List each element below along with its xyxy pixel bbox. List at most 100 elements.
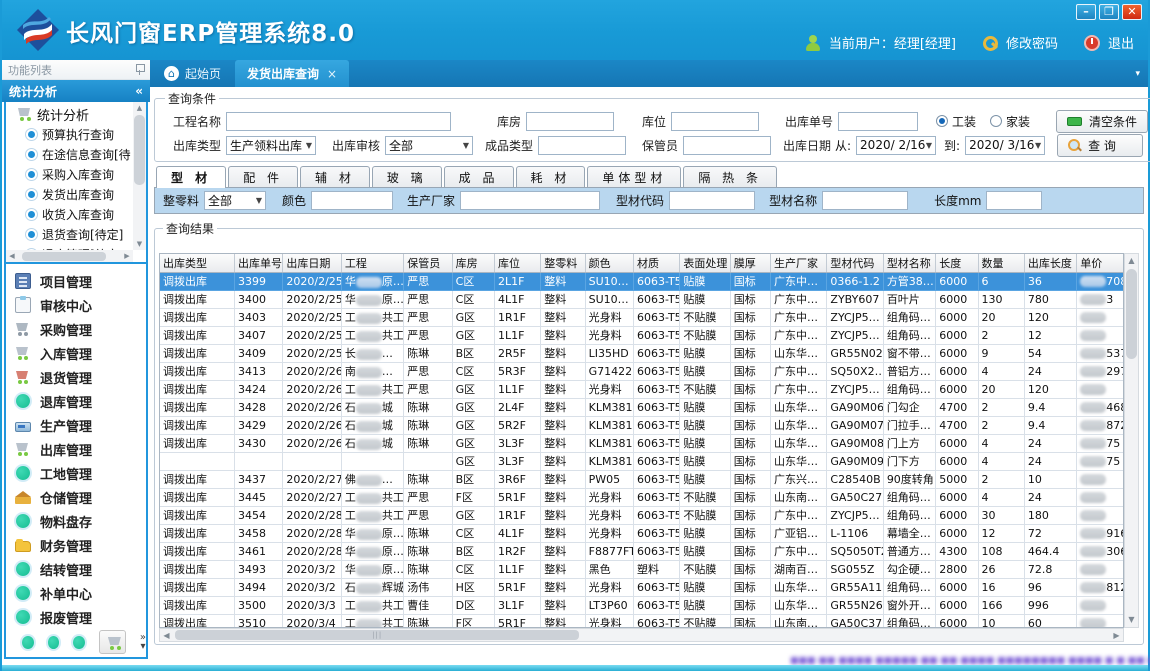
scroll-up-icon[interactable]: ▲ bbox=[1125, 254, 1138, 268]
table-row[interactable]: 调拨出库34542020/2/28工共工程严思G区1R1F整料光身料6063-T… bbox=[160, 506, 1124, 524]
material-tab-单体型材[interactable]: 单体型材 bbox=[587, 166, 681, 188]
change-password-button[interactable]: 修改密码 bbox=[1006, 33, 1058, 52]
manufacturer-input[interactable] bbox=[460, 191, 600, 210]
date-to-dropdown[interactable]: 2020/ 3/16 ▼ bbox=[965, 136, 1045, 155]
sidebar-item-物料盘存[interactable]: 物料盘存 bbox=[6, 509, 146, 533]
product-type-input[interactable] bbox=[538, 136, 626, 155]
material-tab-耗材[interactable]: 耗 材 bbox=[516, 166, 586, 188]
tree-root-statistics[interactable]: 统计分析 bbox=[10, 104, 133, 124]
green-circle-icon[interactable] bbox=[73, 636, 85, 649]
table-row[interactable]: 调拨出库34282020/2/26石城陈琳G区2L4F整料KLM38176063… bbox=[160, 398, 1124, 416]
table-row[interactable]: 调拨出库34942020/3/2石辉城汤伟H区5R1F整料光身料6063-T5贴… bbox=[160, 578, 1124, 596]
tree-item-预算执行查询[interactable]: 预算执行查询 bbox=[10, 124, 133, 144]
profile-code-input[interactable] bbox=[669, 191, 755, 210]
scroll-thumb[interactable] bbox=[134, 115, 145, 185]
sidebar-item-退货管理[interactable]: 退货管理 bbox=[6, 365, 146, 389]
sidebar-item-入库管理[interactable]: 入库管理 bbox=[6, 341, 146, 365]
warehouse-input[interactable] bbox=[526, 112, 614, 131]
out-type-dropdown[interactable]: 生产领料出库 ▼ bbox=[226, 136, 316, 155]
column-header-数量[interactable]: 数量 bbox=[978, 254, 1024, 272]
sidebar-item-工地管理[interactable]: 工地管理 bbox=[6, 461, 146, 485]
sidebar-item-退库管理[interactable]: 退库管理 bbox=[6, 389, 146, 413]
column-header-长度[interactable]: 长度 bbox=[936, 254, 978, 272]
column-header-生产厂家[interactable]: 生产厂家 bbox=[771, 254, 827, 272]
sidebar-item-结转管理[interactable]: 结转管理 bbox=[6, 557, 146, 581]
tree-item-采购入库查询[interactable]: 采购入库查询 bbox=[10, 164, 133, 184]
audit-dropdown[interactable]: 全部 ▼ bbox=[385, 136, 473, 155]
tree-item-发货出库查询[interactable]: 发货出库查询 bbox=[10, 184, 133, 204]
search-button[interactable]: 查 询 bbox=[1057, 134, 1143, 157]
table-row[interactable]: 调拨出库34932020/3/2华原…陈琳C区1L1F整料黑色塑料不贴膜国标湖南… bbox=[160, 560, 1124, 578]
column-header-出库日期[interactable]: 出库日期 bbox=[283, 254, 341, 272]
scroll-thumb[interactable] bbox=[22, 252, 106, 261]
sidebar-item-采购管理[interactable]: 采购管理 bbox=[6, 317, 146, 341]
scroll-right-icon[interactable]: ▶ bbox=[121, 252, 133, 260]
column-header-型材代码[interactable]: 型材代码 bbox=[827, 254, 883, 272]
table-row[interactable]: 调拨出库34002020/2/25华原…严思C区4L1F整料SU10…6063-… bbox=[160, 290, 1124, 308]
tab-close-icon[interactable]: × bbox=[327, 67, 337, 81]
sidebar-item-生产管理[interactable]: 生产管理 bbox=[6, 413, 146, 437]
collapse-icon[interactable]: « bbox=[135, 84, 143, 98]
scroll-left-icon[interactable]: ◀ bbox=[160, 631, 173, 640]
table-row[interactable]: 调拨出库34302020/2/26石城陈琳G区3L3F整料KLM38176063… bbox=[160, 434, 1124, 452]
sidebar-item-报废管理[interactable]: 报废管理 bbox=[6, 605, 146, 629]
material-tab-隔热条[interactable]: 隔 热 条 bbox=[683, 166, 777, 188]
minimize-button[interactable]: – bbox=[1076, 4, 1096, 20]
maximize-button[interactable]: ❐ bbox=[1099, 4, 1119, 20]
table-horizontal-scrollbar[interactable]: ◀ ||| ▶ bbox=[159, 628, 1124, 642]
material-tab-成品[interactable]: 成 品 bbox=[444, 166, 514, 188]
table-row[interactable]: 调拨出库34072020/2/25工共工程严思G区1L1F整料光身料6063-T… bbox=[160, 326, 1124, 344]
more-panels-button[interactable]: »▾ bbox=[140, 633, 146, 651]
pin-icon[interactable] bbox=[135, 64, 144, 75]
table-row[interactable]: 调拨出库34582020/2/28华原…陈琳C区4L1F整料光身料6063-T5… bbox=[160, 524, 1124, 542]
tab-home[interactable]: ⌂ 起始页 bbox=[150, 60, 235, 87]
tree-item-在途信息查询[待[interactable]: 在途信息查询[待 bbox=[10, 144, 133, 164]
tab-list-dropdown-icon[interactable]: ▾ bbox=[1135, 69, 1140, 79]
gongzhuang-radio[interactable] bbox=[936, 115, 948, 127]
sidebar-item-项目管理[interactable]: 项目管理 bbox=[6, 269, 146, 293]
material-tab-型材[interactable]: 型 材 bbox=[156, 166, 226, 188]
column-header-出库类型[interactable]: 出库类型 bbox=[160, 254, 235, 272]
length-input[interactable] bbox=[986, 191, 1042, 210]
table-row[interactable]: 调拨出库34292020/2/26石城陈琳G区5R2F整料KLM38176063… bbox=[160, 416, 1124, 434]
table-row[interactable]: 调拨出库35102020/3/4工共工程陈琳F区5R1F整料光身料6063-T5… bbox=[160, 614, 1124, 628]
table-row[interactable]: 调拨出库34372020/2/27佛…陈琳B区3R6F整料PW056063-T5… bbox=[160, 470, 1124, 488]
column-header-表面处理[interactable]: 表面处理 bbox=[680, 254, 730, 272]
table-row[interactable]: 调拨出库34132020/2/26南…严思C区5R3F整料G714226063-… bbox=[160, 362, 1124, 380]
material-tab-配件[interactable]: 配 件 bbox=[228, 166, 298, 188]
jiazhuang-radio[interactable] bbox=[990, 115, 1002, 127]
color-input[interactable] bbox=[311, 191, 393, 210]
column-header-膜厚[interactable]: 膜厚 bbox=[730, 254, 770, 272]
column-header-材质[interactable]: 材质 bbox=[633, 254, 679, 272]
logout-button[interactable]: 退出 bbox=[1108, 33, 1134, 52]
column-header-出库长度[interactable]: 出库长度 bbox=[1024, 254, 1076, 272]
table-row[interactable]: 调拨出库34612020/2/28华原…陈琳B区1R2F整料F8877FT606… bbox=[160, 542, 1124, 560]
whole-piece-dropdown[interactable]: 全部 ▼ bbox=[204, 191, 266, 210]
order-no-input[interactable] bbox=[838, 112, 918, 131]
table-row[interactable]: 调拨出库34242020/2/26工共工程严思G区1L1F整料光身料6063-T… bbox=[160, 380, 1124, 398]
column-header-型材名称[interactable]: 型材名称 bbox=[883, 254, 935, 272]
table-vertical-scrollbar[interactable]: ▲ ▼ bbox=[1124, 253, 1139, 628]
tree-item-收货入库查询[interactable]: 收货入库查询 bbox=[10, 204, 133, 224]
location-input[interactable] bbox=[671, 112, 759, 131]
scroll-thumb[interactable] bbox=[1126, 269, 1137, 359]
keeper-input[interactable] bbox=[683, 136, 771, 155]
column-header-库房[interactable]: 库房 bbox=[452, 254, 494, 272]
scroll-right-icon[interactable]: ▶ bbox=[1110, 631, 1123, 640]
profile-name-input[interactable] bbox=[822, 191, 908, 210]
cart-button[interactable] bbox=[99, 630, 126, 654]
sidebar-item-出库管理[interactable]: 出库管理 bbox=[6, 437, 146, 461]
sidebar-item-仓储管理[interactable]: 仓储管理 bbox=[6, 485, 146, 509]
table-row[interactable]: 调拨出库33992020/2/25华原…严思C区2L1F整料SU10…6063-… bbox=[160, 272, 1124, 290]
table-row[interactable]: G区3L3F整料KLM38176063-T5贴膜国标山东华…GA90M09.门下… bbox=[160, 452, 1124, 470]
column-header-保管员[interactable]: 保管员 bbox=[404, 254, 452, 272]
close-button[interactable]: ✕ bbox=[1122, 4, 1142, 20]
column-header-出库单号[interactable]: 出库单号 bbox=[235, 254, 283, 272]
project-name-input[interactable] bbox=[226, 112, 451, 131]
date-from-dropdown[interactable]: 2020/ 2/16 ▼ bbox=[856, 136, 936, 155]
scroll-left-icon[interactable]: ◀ bbox=[6, 252, 18, 260]
sidebar-item-审核中心[interactable]: 审核中心 bbox=[6, 293, 146, 317]
table-row[interactable]: 调拨出库35002020/3/3工共工程曹佳D区3L1F整料LT3P606063… bbox=[160, 596, 1124, 614]
table-row[interactable]: 调拨出库34032020/2/25工共工程严思G区1R1F整料光身料6063-T… bbox=[160, 308, 1124, 326]
tree-item-退货查询[待定][interactable]: 退货查询[待定] bbox=[10, 224, 133, 244]
